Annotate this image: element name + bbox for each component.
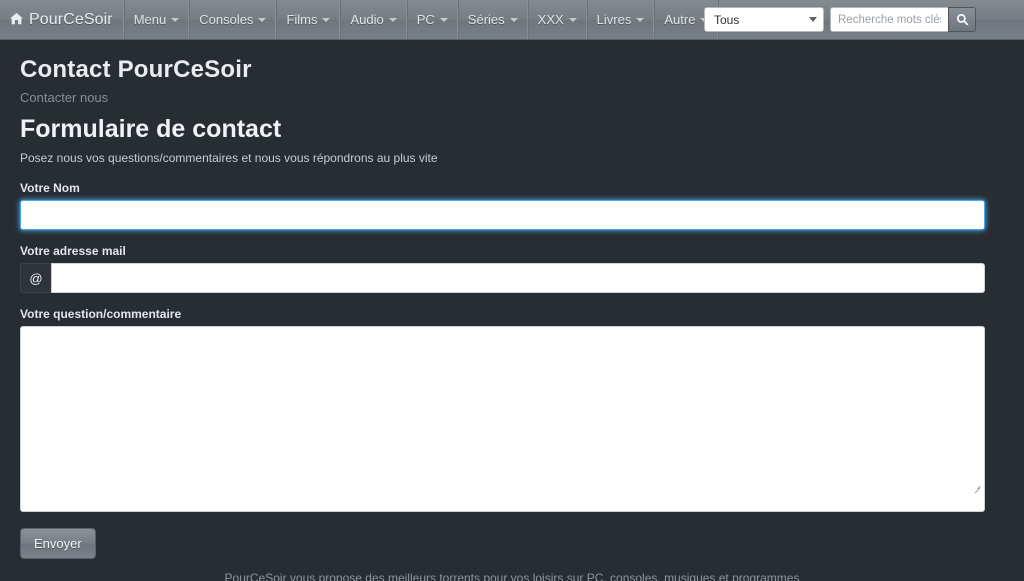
name-label: Votre Nom xyxy=(20,181,80,195)
nav-label: Autre xyxy=(664,12,696,27)
nav-label: Audio xyxy=(350,12,384,27)
footer-text: PourCeSoir vous propose des meilleurs to… xyxy=(224,571,800,581)
chevron-down-icon xyxy=(388,17,397,22)
nav-item-consoles[interactable]: Consoles xyxy=(189,0,277,39)
chevron-down-icon xyxy=(568,17,577,22)
name-input[interactable] xyxy=(20,200,985,230)
page-title: Contact PourCeSoir xyxy=(20,56,252,83)
nav-label: Films xyxy=(286,12,318,27)
message-textarea[interactable] xyxy=(20,326,985,512)
nav-item-pc[interactable]: PC xyxy=(406,0,458,39)
nav-label: Livres xyxy=(596,12,632,27)
nav-label: Menu xyxy=(133,12,167,27)
navbar-items: PourCeSoir Menu Consoles Films Audio PC … xyxy=(0,0,719,39)
search-group xyxy=(830,7,976,32)
chevron-down-icon xyxy=(809,17,817,22)
nav-label: Consoles xyxy=(199,12,254,27)
email-label: Votre adresse mail xyxy=(20,244,126,258)
message-label: Votre question/commentaire xyxy=(20,307,182,321)
form-title: Formulaire de contact xyxy=(20,115,282,143)
chevron-down-icon xyxy=(439,17,448,22)
nav-item-livres[interactable]: Livres xyxy=(586,0,655,39)
search-button[interactable] xyxy=(948,7,976,32)
nav-item-menu[interactable]: Menu xyxy=(123,0,190,39)
footer: PourCeSoir vous propose des meilleurs to… xyxy=(0,571,1024,581)
nav-item-xxx[interactable]: XXX xyxy=(527,0,587,39)
navbar: PourCeSoir Menu Consoles Films Audio PC … xyxy=(0,0,1024,40)
nav-label: PC xyxy=(416,12,435,27)
page-subtitle: Contacter nous xyxy=(20,90,109,105)
chevron-down-icon xyxy=(322,17,331,22)
chevron-down-icon xyxy=(509,17,518,22)
nav-label: XXX xyxy=(537,12,564,27)
home-icon xyxy=(10,12,23,29)
submit-button[interactable]: Envoyer xyxy=(20,528,96,559)
nav-item-series[interactable]: Séries xyxy=(457,0,528,39)
nav-item-films[interactable]: Films xyxy=(276,0,341,39)
email-input[interactable] xyxy=(51,263,985,293)
form-description: Posez nous vos questions/commentaires et… xyxy=(20,151,438,165)
search-category-select[interactable]: Tous xyxy=(704,7,824,32)
page-content: Contact PourCeSoir Contacter nous Formul… xyxy=(0,40,1024,559)
chevron-down-icon xyxy=(171,17,180,22)
chevron-down-icon xyxy=(636,17,645,22)
nav-label: Séries xyxy=(467,12,505,27)
chevron-down-icon xyxy=(258,17,267,22)
contact-form: Votre Nom Votre adresse mail @ Votre que… xyxy=(20,181,1004,559)
search-category-value: Tous xyxy=(714,12,740,27)
brand-link[interactable]: PourCeSoir xyxy=(0,0,124,39)
message-wrapper xyxy=(20,326,985,512)
search-input[interactable] xyxy=(830,7,948,32)
search-area: Tous xyxy=(704,7,976,32)
at-icon: @ xyxy=(20,263,51,293)
email-input-group: @ xyxy=(20,263,1004,293)
brand-label: PourCeSoir xyxy=(29,10,113,28)
nav-item-audio[interactable]: Audio xyxy=(340,0,407,39)
